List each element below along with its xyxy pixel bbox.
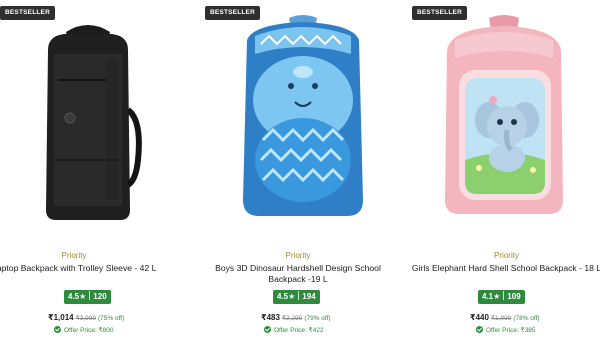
- rating-divider: [89, 291, 91, 300]
- priority-label: Priority: [494, 251, 519, 260]
- rating-value: 4.5★: [277, 292, 296, 301]
- mrp-price: ₹2,299: [281, 315, 303, 322]
- pink-elephant-backpack-icon: [445, 15, 563, 214]
- rating-badge: 4.1★ 109: [478, 290, 525, 304]
- product-card[interactable]: BESTSELLER Priority Boys 3D Dinosaur Har…: [198, 0, 398, 338]
- price-row: ₹483 ₹2,299 (79% off): [261, 313, 331, 322]
- priority-label: Priority: [285, 251, 311, 260]
- offer-price-row: Offer Price: ₹385: [476, 326, 536, 334]
- discount-label: (79% off): [304, 315, 331, 322]
- rating-count: 109: [507, 292, 521, 301]
- offer-price-row: Offer Price: ₹422: [264, 326, 324, 334]
- product-title[interactable]: Girls Elephant Hard Shell School Backpac…: [408, 263, 600, 274]
- black-laptop-backpack-icon: [46, 25, 142, 220]
- rating-badge: 4.5★ 194: [273, 290, 320, 304]
- priority-label: Priority: [61, 251, 87, 260]
- offer-price: Offer Price: ₹422: [274, 327, 324, 334]
- product-card[interactable]: BESTSELLER Priority Girls Elephant Hard …: [404, 0, 600, 338]
- rating-divider: [298, 291, 300, 300]
- offer-check-icon: [264, 326, 271, 333]
- product-image[interactable]: [429, 10, 579, 225]
- product-card[interactable]: BESTSELLER Priority nisex Laptop Backpac…: [0, 0, 198, 338]
- offer-check-icon: [54, 326, 61, 333]
- product-title[interactable]: Boys 3D Dinosaur Hardshell Design School…: [202, 263, 394, 285]
- mrp-price: ₹3,999: [75, 315, 96, 322]
- offer-price-row: Offer Price: ₹800: [54, 326, 114, 334]
- blue-dinosaur-backpack-icon: [243, 15, 363, 216]
- rating-value: 4.5★: [68, 292, 87, 301]
- discount-label: (75% off): [98, 315, 125, 322]
- rating-badge: 4.5★ 120: [64, 290, 111, 304]
- offer-price: Offer Price: ₹385: [486, 327, 536, 334]
- selling-price: ₹483: [261, 313, 280, 322]
- price-row: ₹1,014 ₹3,999 (75% off): [48, 313, 124, 322]
- offer-check-icon: [476, 326, 483, 333]
- price-row: ₹440 ₹1,999 (78% off): [470, 313, 540, 322]
- discount-label: (78% off): [513, 315, 540, 322]
- selling-price: ₹1,014: [48, 313, 74, 322]
- product-grid: BESTSELLER Priority nisex Laptop Backpac…: [0, 0, 600, 338]
- rating-count: 194: [302, 292, 316, 301]
- rating-count: 120: [93, 292, 107, 301]
- offer-price: Offer Price: ₹800: [64, 327, 114, 334]
- selling-price: ₹440: [470, 313, 489, 322]
- product-title[interactable]: nisex Laptop Backpack with Trolley Sleev…: [0, 263, 178, 274]
- mrp-price: ₹1,999: [490, 315, 512, 322]
- rating-value: 4.1★: [482, 292, 501, 301]
- rating-divider: [503, 291, 505, 300]
- product-image[interactable]: [233, 10, 373, 225]
- product-image[interactable]: [18, 10, 158, 225]
